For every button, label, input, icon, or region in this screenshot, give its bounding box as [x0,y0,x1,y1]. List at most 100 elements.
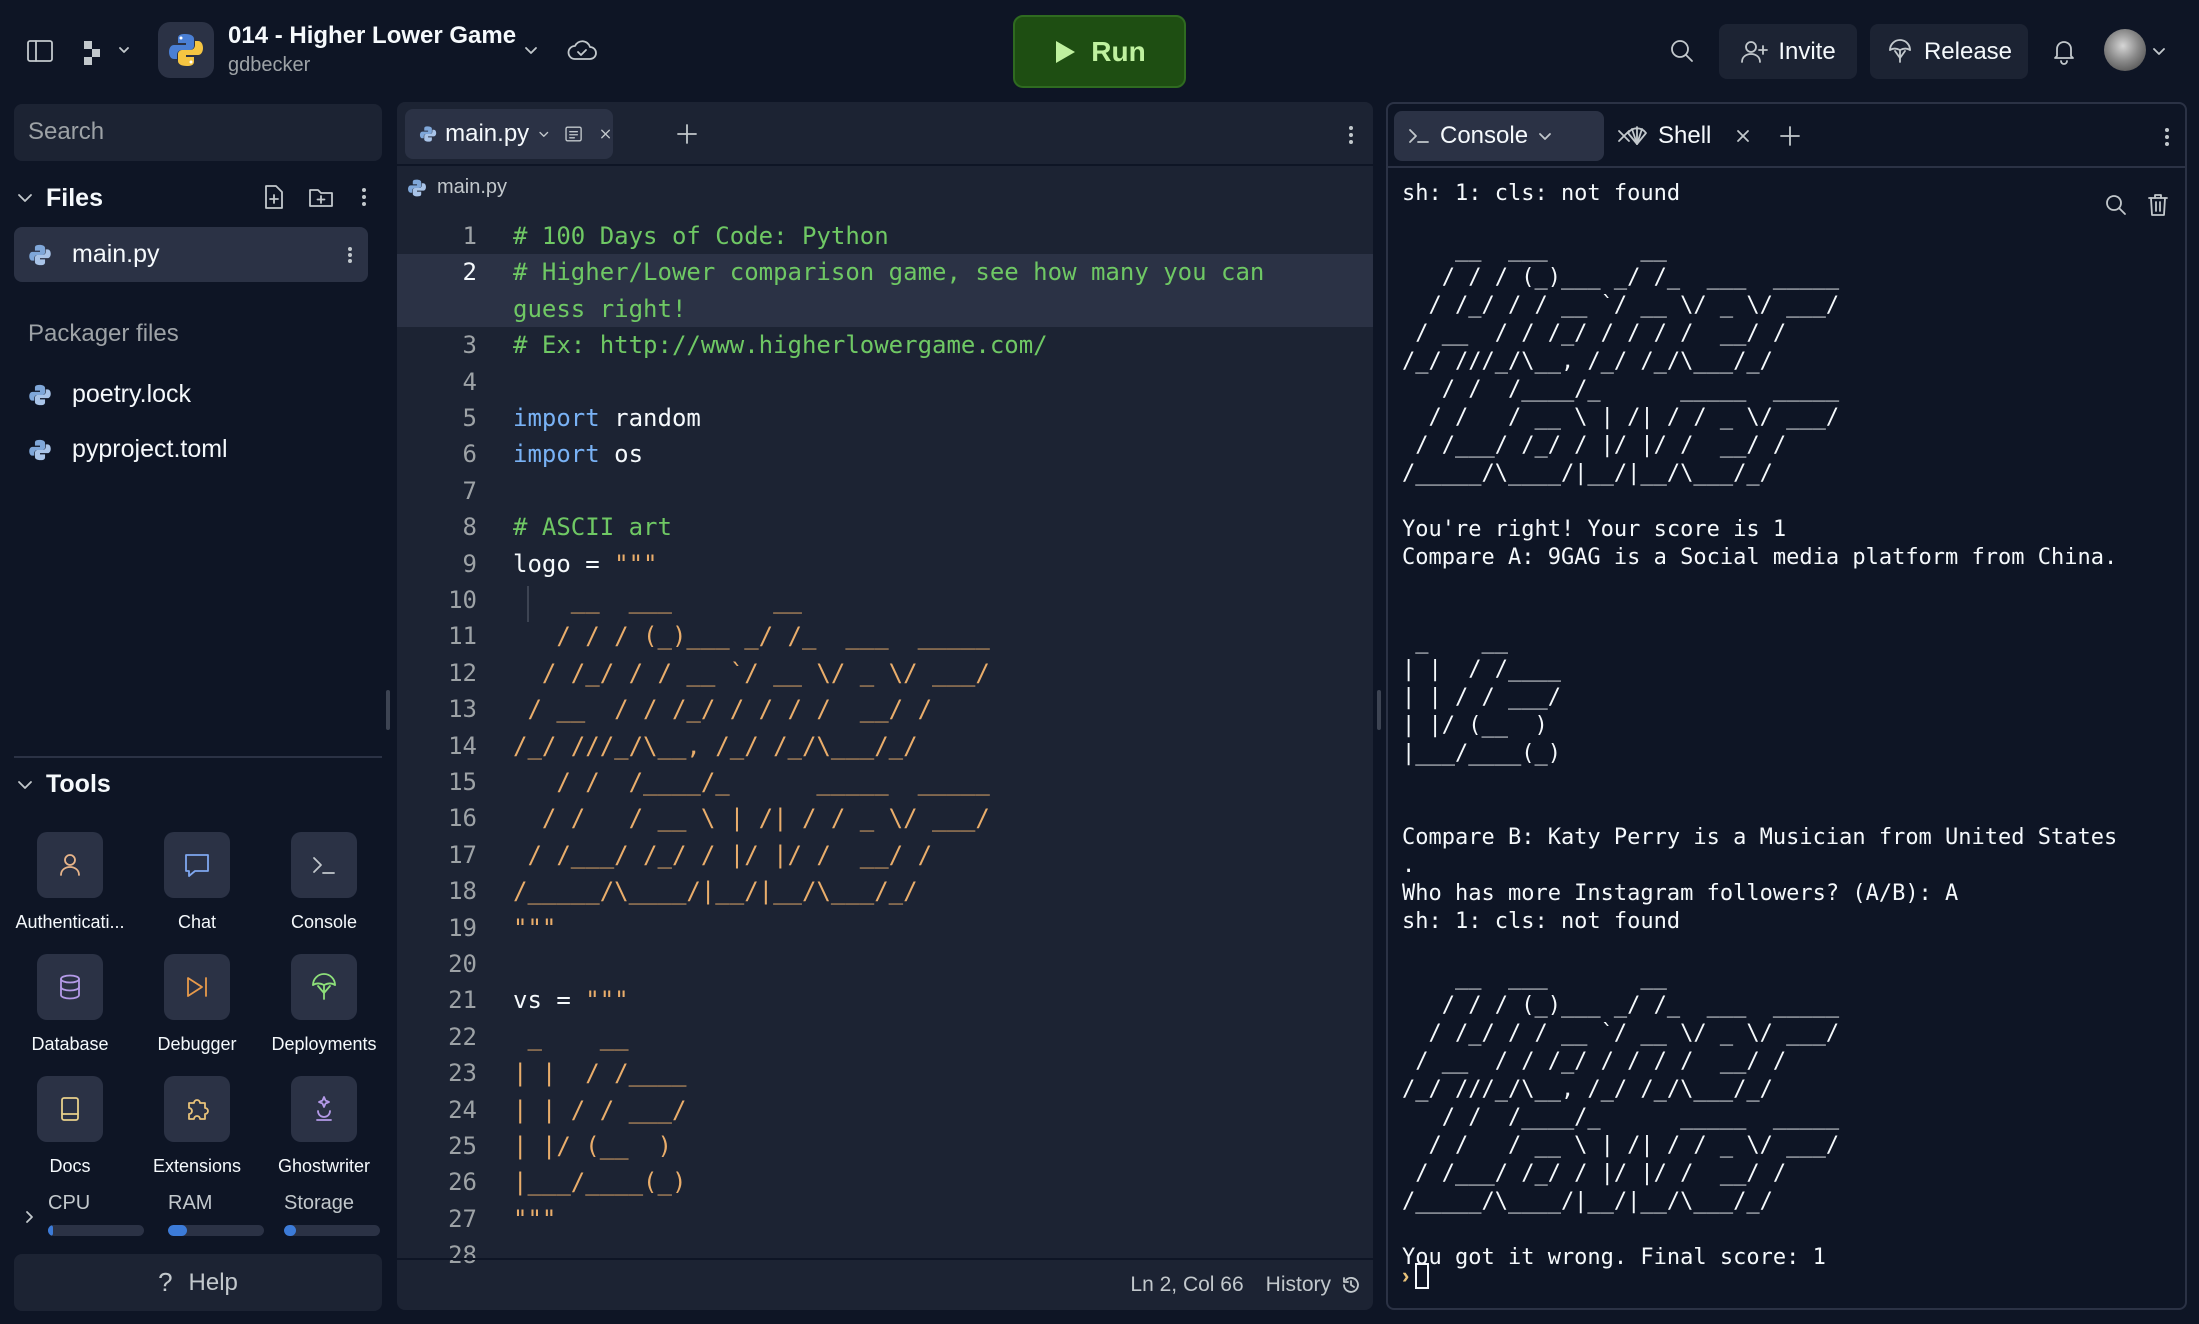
tool-deployments[interactable]: Deployments [260,954,388,1055]
code-line[interactable]: / / / __ \ | /| / / _ \/ ___/ [513,804,990,832]
console-output[interactable]: sh: 1: cls: not found __ ___ __ / / / (_… [1402,180,2162,1272]
code-line[interactable]: # ASCII art [513,513,672,541]
add-tab-icon[interactable] [1776,122,1804,150]
code-line[interactable]: __ ___ __ [513,586,802,614]
tab-label: main.py [445,120,530,147]
more-options-icon[interactable] [342,242,358,268]
tool-database[interactable]: Database [6,954,134,1055]
tool-console[interactable]: Console [260,832,388,933]
code-token: import [513,440,600,469]
document-outline-icon[interactable] [563,120,584,148]
code-editor[interactable]: 1 # 100 Days of Code: Python 2 # Higher/Low… [397,218,1373,1276]
code-line[interactable]: | |/ (__ ) [513,1132,672,1160]
play-icon [1056,40,1076,63]
new-file-icon[interactable] [258,182,288,212]
code-token: """ [513,1204,557,1233]
tab-shell[interactable]: Shell [1624,111,1753,161]
new-folder-icon[interactable] [306,182,336,212]
chevron-down-icon[interactable] [14,774,36,796]
chevron-down-icon[interactable] [1536,127,1554,145]
file-item-main-py[interactable]: main.py [14,227,368,282]
file-item-poetry-lock[interactable]: poetry.lock [14,367,368,422]
text-cursor [1415,1263,1430,1289]
python-icon [408,179,426,196]
resize-handle[interactable] [386,690,390,730]
search-icon[interactable] [1666,35,1698,67]
history-button[interactable]: History [1266,1273,1361,1297]
code-line[interactable]: | | / /____ [513,1059,686,1087]
code-token: / / / (_)___ _/ /_ ___ _____ [513,622,990,651]
code-line[interactable]: _ __ [513,1023,628,1051]
chevron-down-icon[interactable] [537,125,551,143]
code-token: | | / /____ [513,1059,687,1088]
code-token: vs = [513,986,586,1015]
code-line[interactable]: vs = """ [513,986,629,1014]
chevron-down-icon[interactable] [14,187,36,209]
console-prompt[interactable]: › [1402,1263,1430,1289]
repl-title[interactable]: 014 - Higher Lower Game [228,22,516,50]
code-line[interactable]: / / /____/_ _____ _____ [513,768,989,796]
chevron-right-icon[interactable] [20,1208,38,1226]
chat-icon [185,854,209,877]
tool-extensions[interactable]: Extensions [133,1076,261,1177]
tab-console[interactable]: Console [1394,111,1630,161]
file-item-pyproject-toml[interactable]: pyproject.toml [14,422,368,477]
code-token: | | / / ___/ [513,1095,687,1124]
search-input[interactable]: Search [14,104,382,161]
code-line[interactable]: / / / (_)___ _/ /_ ___ _____ [513,622,990,651]
add-tab-icon[interactable] [673,120,701,148]
code-line[interactable]: |___/____(_) [513,1168,686,1196]
invite-button[interactable]: Invite [1719,24,1857,79]
line-number: 10 [448,586,477,614]
code-line[interactable]: import os [513,440,643,468]
code-line[interactable]: / __ / / /_/ / / / / __/ / [513,695,932,723]
code-line[interactable]: import random [513,404,701,432]
breadcrumb-file[interactable]: main.py [437,176,507,199]
workspace-menu-icon[interactable] [80,35,136,67]
tool-docs[interactable]: Docs [6,1076,134,1177]
close-icon[interactable] [1733,126,1753,146]
resize-handle[interactable] [1377,690,1381,730]
files-header[interactable]: Files [14,176,382,220]
code-line[interactable]: guess right! [513,295,686,323]
tool-debugger[interactable]: Debugger [133,954,261,1055]
tool-ghostwriter[interactable]: Ghostwriter [260,1076,388,1177]
bell-icon[interactable] [2048,35,2080,67]
chevron-down-icon[interactable] [2150,42,2168,60]
release-button[interactable]: Release [1870,24,2028,79]
tool-authentication[interactable]: Authenticati... [6,832,134,933]
tool-label: Deployments [271,1034,377,1054]
sidebar-toggle-icon[interactable] [24,35,56,67]
add-user-icon [1741,40,1769,63]
code-line[interactable]: # Higher/Lower comparison game, see how … [513,258,1264,286]
tab-main-py[interactable]: main.py [405,109,613,159]
chevron-down-icon[interactable] [520,40,542,62]
code-line[interactable]: /_/ ///_/\__, /_/ /_/\___/_/ [513,732,918,760]
code-line[interactable]: """ [513,914,556,942]
close-icon[interactable] [598,124,613,144]
resource-storage[interactable]: Storage [284,1192,380,1236]
code-line[interactable]: """ [513,1205,556,1233]
user-icon [60,854,80,876]
code-line[interactable]: / /___/ /_/ / |/ |/ / __/ / [513,841,932,869]
avatar[interactable] [2104,29,2146,71]
cloud-saved-icon[interactable] [566,36,598,66]
repl-owner[interactable]: gdbecker [228,54,310,77]
code-line[interactable]: /_____/\____/|__/|__/\___/_/ [513,877,918,905]
code-line[interactable]: logo = """ [513,550,658,578]
run-button[interactable]: Run [1013,15,1186,88]
code-line[interactable]: # 100 Days of Code: Python [513,222,889,250]
code-token: os [599,440,644,469]
resource-ram[interactable]: RAM [168,1192,264,1236]
cursor-position[interactable]: Ln 2, Col 66 [1130,1273,1243,1297]
more-options-icon[interactable] [1341,120,1361,150]
tool-chat[interactable]: Chat [133,832,261,933]
code-line[interactable]: | | / / ___/ [513,1096,686,1124]
help-button[interactable]: ? Help [14,1254,382,1311]
more-options-icon[interactable] [2157,122,2177,152]
tools-header[interactable]: Tools [14,770,111,799]
more-options-icon[interactable] [354,182,374,212]
code-line[interactable]: # Ex: http://www.higherlowergame.com/ [513,331,1048,359]
resource-cpu[interactable]: CPU [48,1192,144,1236]
code-line[interactable]: / /_/ / / __ `/ __ \/ _ \/ ___/ [513,659,990,687]
